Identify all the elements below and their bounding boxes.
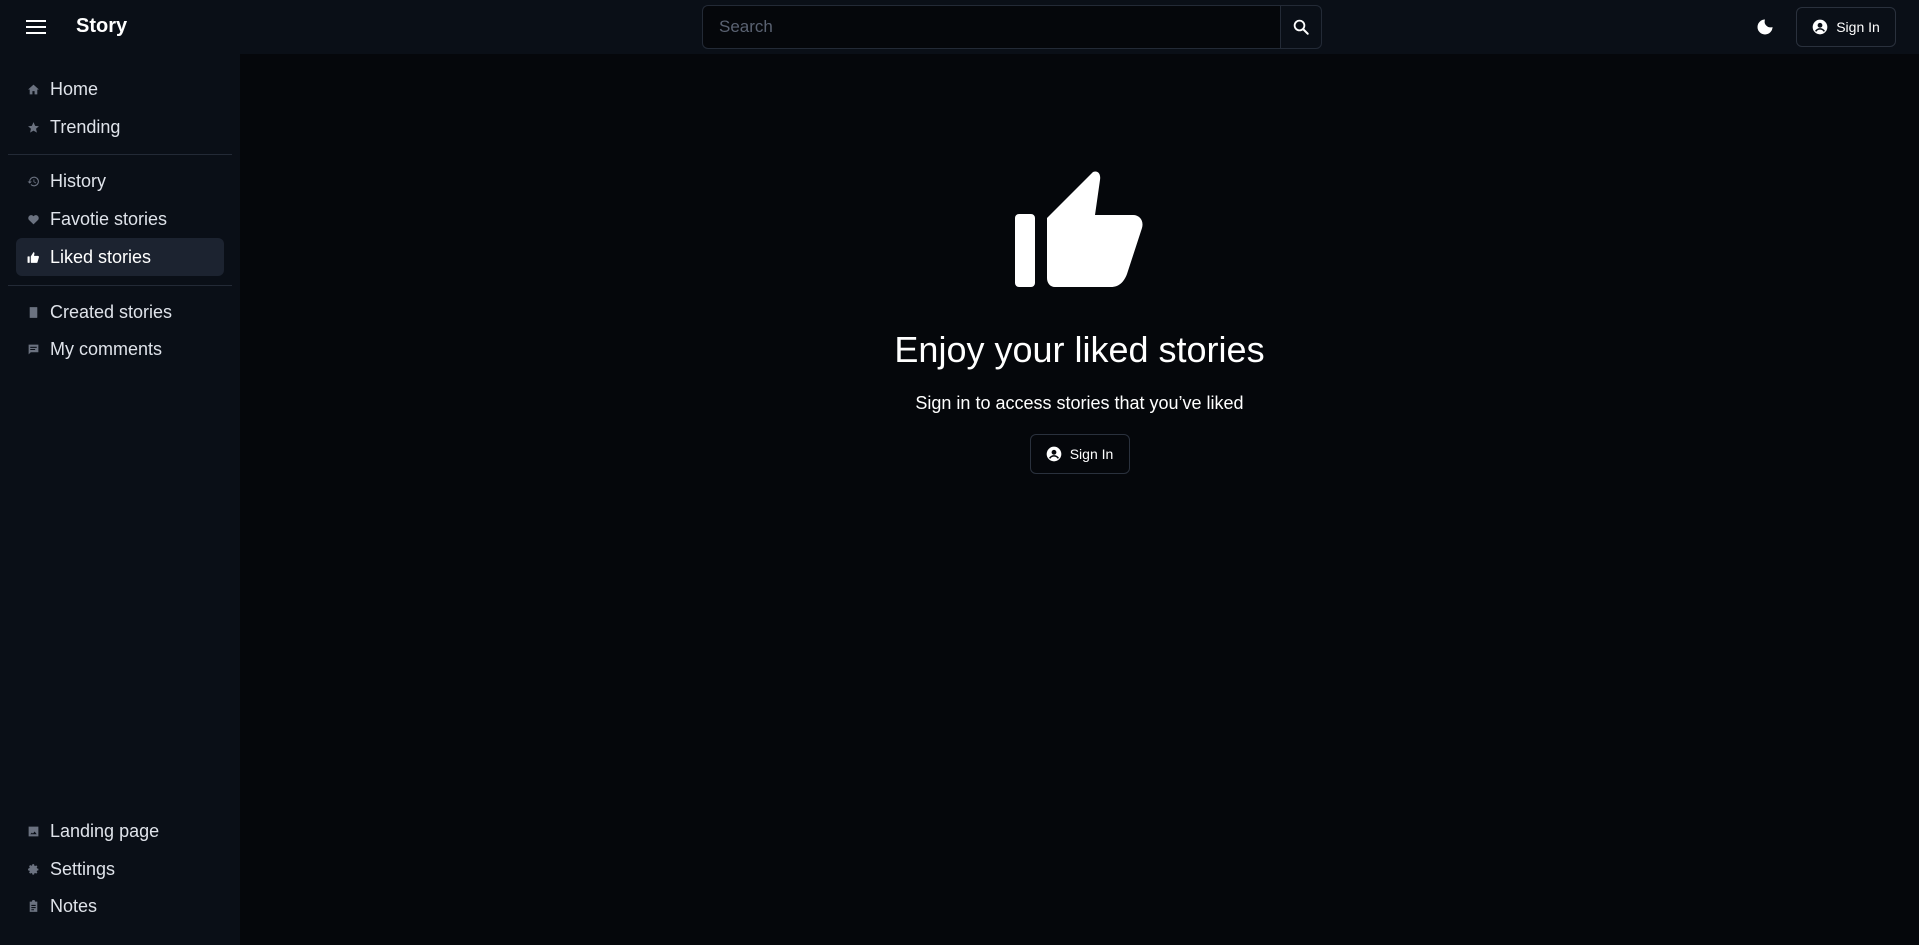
- sign-in-label: Sign In: [1836, 19, 1880, 35]
- main-content: Enjoy your liked stories Sign in to acce…: [240, 54, 1919, 945]
- sidebar-item-label: History: [50, 170, 107, 191]
- sidebar: Home Trending History Favotie stories Li…: [0, 54, 240, 945]
- sidebar-item-trending[interactable]: Trending: [16, 108, 224, 146]
- moon-icon: [1757, 19, 1773, 35]
- brand-title[interactable]: Story: [76, 15, 127, 38]
- sidebar-item-my-comments[interactable]: My comments: [16, 330, 224, 368]
- empty-state-title: Enjoy your liked stories: [894, 329, 1265, 370]
- theme-toggle-button[interactable]: [1752, 14, 1778, 40]
- thumb-up-icon: [1014, 171, 1143, 287]
- heart-icon: [26, 212, 40, 226]
- top-bar: Story Sign In: [0, 0, 1919, 54]
- sidebar-item-label: Favotie stories: [50, 208, 168, 229]
- sidebar-item-favorite-stories[interactable]: Favotie stories: [16, 200, 224, 238]
- comment-icon: [26, 342, 40, 356]
- sidebar-item-label: Home: [50, 78, 99, 99]
- sidebar-item-landing-page[interactable]: Landing page: [16, 812, 224, 850]
- empty-state-subtitle: Sign in to access stories that you’ve li…: [915, 393, 1244, 413]
- gear-icon: [26, 862, 40, 876]
- sidebar-item-home[interactable]: Home: [16, 70, 224, 108]
- sign-in-button[interactable]: Sign In: [1029, 434, 1130, 474]
- sign-in-button[interactable]: Sign In: [1796, 7, 1896, 47]
- sidebar-item-notes[interactable]: Notes: [16, 887, 224, 925]
- sidebar-item-history[interactable]: History: [16, 162, 224, 200]
- search-icon: [1293, 19, 1309, 35]
- book-icon: [26, 305, 40, 319]
- clipboard-icon: [26, 899, 40, 913]
- home-icon: [26, 82, 40, 96]
- sidebar-item-label: Created stories: [50, 301, 173, 322]
- sidebar-divider: [8, 154, 232, 155]
- sidebar-divider: [8, 285, 232, 286]
- sidebar-item-settings[interactable]: Settings: [16, 850, 224, 888]
- search-input[interactable]: [702, 5, 1280, 49]
- sidebar-item-label: Trending: [50, 116, 121, 137]
- sidebar-item-liked-stories[interactable]: Liked stories: [16, 238, 224, 276]
- sidebar-item-created-stories[interactable]: Created stories: [16, 293, 224, 331]
- account-circle-icon: [1046, 446, 1062, 462]
- sidebar-item-label: Settings: [50, 858, 116, 879]
- sign-in-label: Sign In: [1069, 446, 1114, 462]
- thumb-up-icon: [26, 250, 40, 264]
- sidebar-item-label: Liked stories: [50, 246, 152, 267]
- empty-state: Enjoy your liked stories Sign in to acce…: [240, 54, 1919, 474]
- account-circle-icon: [1812, 19, 1828, 35]
- history-icon: [26, 174, 40, 188]
- sidebar-item-label: My comments: [50, 338, 163, 359]
- hamburger-menu-icon[interactable]: [22, 15, 50, 39]
- image-icon: [26, 824, 40, 838]
- search-bar: [702, 5, 1322, 49]
- sidebar-item-label: Landing page: [50, 820, 160, 841]
- search-button[interactable]: [1280, 5, 1322, 49]
- star-icon: [26, 120, 40, 134]
- sidebar-item-label: Notes: [50, 895, 98, 916]
